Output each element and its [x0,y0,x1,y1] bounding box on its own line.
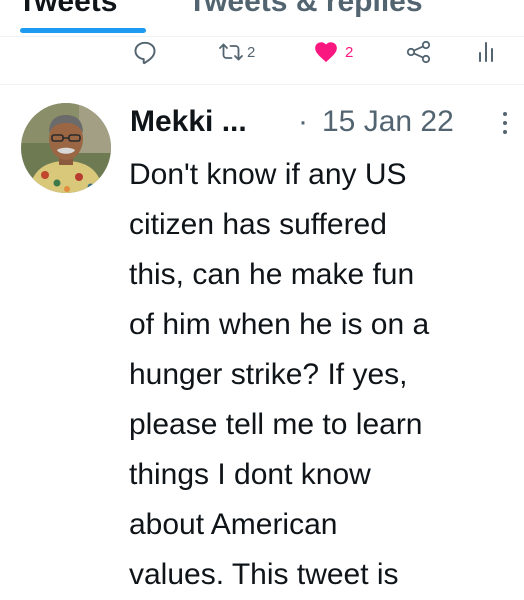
active-tab-indicator [20,28,146,33]
reply-icon [134,41,156,65]
heart-icon [315,42,337,63]
retweet-count: 2 [247,43,256,61]
avatar-photo [21,103,111,193]
more-options-icon[interactable] [500,110,510,136]
tweet-date[interactable]: 15 Jan 22 [322,104,454,140]
like-count: 2 [345,43,354,61]
retweet-icon [219,43,243,61]
tweet-text: Don't know if any US citizen has suffere… [129,158,430,591]
profile-tabs: Tweets Tweets & replies [0,0,524,38]
retweet-button[interactable]: 2 [217,37,255,67]
tweet-actions: 2 2 [0,37,524,83]
reply-button[interactable] [132,37,158,67]
share-button[interactable] [405,37,433,67]
avatar[interactable] [21,103,111,193]
tweet-header: Mekki ... · 15 Jan 22 [130,104,514,144]
analytics-button[interactable] [476,37,496,67]
meta-separator: · [298,105,308,138]
share-icon [406,40,431,64]
like-button[interactable]: 2 [313,37,353,67]
analytics-icon [479,42,493,62]
divider [0,84,524,85]
tab-tweets-and-replies[interactable]: Tweets & replies [188,0,423,20]
author-name[interactable]: Mekki ... [130,104,247,140]
tab-tweets[interactable]: Tweets [18,0,117,20]
